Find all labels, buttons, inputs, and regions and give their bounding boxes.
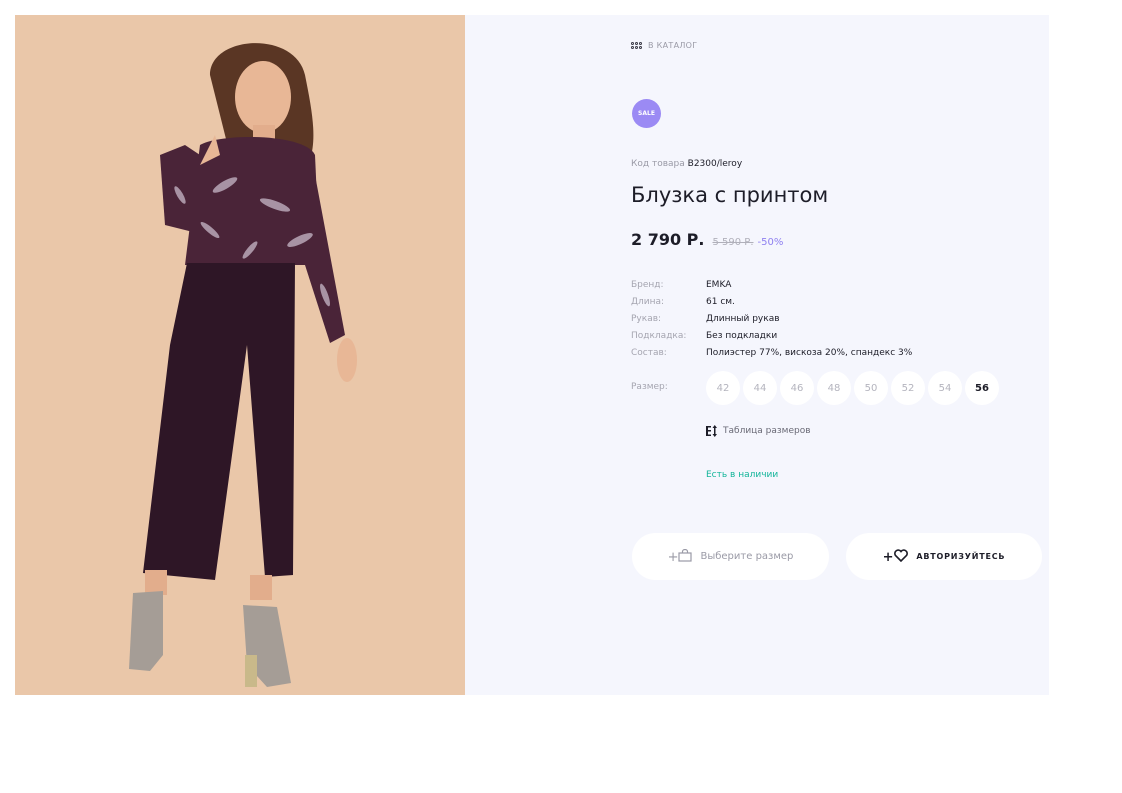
spec-value: Длинный рукав: [706, 314, 780, 324]
model-illustration: [129, 43, 357, 687]
size-table-link[interactable]: Таблица размеров: [706, 425, 811, 437]
size-selector: 42 44 46 48 50 52 54 56: [706, 371, 999, 405]
wishlist-login-button[interactable]: + АВТОРИЗУЙТЕСЬ: [846, 533, 1042, 580]
size-option-48[interactable]: 48: [817, 371, 851, 405]
product-code-value: B2300/leroy: [687, 159, 743, 169]
spec-row: Подкладка: Без подкладки: [631, 328, 912, 345]
size-option-56[interactable]: 56: [965, 371, 999, 405]
size-option-46[interactable]: 46: [780, 371, 814, 405]
spec-row: Длина: 61 см.: [631, 294, 912, 311]
spec-row: Состав: Полиэстер 77%, вискоза 20%, спан…: [631, 345, 912, 362]
product-code-label: Код товара: [631, 159, 685, 169]
spec-row: Бренд: EMKA: [631, 277, 912, 294]
spec-value: 61 см.: [706, 297, 735, 307]
availability-status: Есть в наличии: [706, 470, 779, 480]
product-title: Блузка с принтом: [631, 183, 829, 207]
size-option-42[interactable]: 42: [706, 371, 740, 405]
size-option-50[interactable]: 50: [854, 371, 888, 405]
spec-value: EMKA: [706, 280, 732, 290]
spec-row: Рукав: Длинный рукав: [631, 311, 912, 328]
spec-label: Бренд:: [631, 280, 664, 290]
size-option-52[interactable]: 52: [891, 371, 925, 405]
catalog-grid-icon: [631, 42, 642, 49]
spec-label: Рукав:: [631, 314, 662, 324]
size-label: Размер:: [631, 382, 668, 392]
add-to-cart-label: Выберите размер: [700, 551, 794, 562]
wishlist-login-label: АВТОРИЗУЙТЕСЬ: [916, 552, 1006, 561]
add-to-cart-button[interactable]: + Выберите размер: [632, 533, 829, 580]
size-table-icon: [706, 425, 717, 437]
discount-percent: -50%: [757, 237, 784, 248]
size-option-54[interactable]: 54: [928, 371, 962, 405]
current-price: 2 790 Р.: [631, 230, 705, 249]
product-code: Код товара B2300/leroy: [631, 159, 742, 169]
add-to-cart-icon: +: [668, 548, 693, 565]
size-option-44[interactable]: 44: [743, 371, 777, 405]
old-price: 5 590 Р.: [712, 237, 754, 248]
spec-value: Без подкладки: [706, 331, 778, 341]
spec-value: Полиэстер 77%, вискоза 20%, спандекс 3%: [706, 348, 913, 358]
price-row: 2 790 Р. 5 590 Р. -50%: [631, 230, 783, 249]
spec-label: Подкладка:: [631, 331, 687, 341]
wishlist-heart-icon: +: [883, 548, 909, 565]
size-table-label: Таблица размеров: [723, 426, 811, 436]
product-info-panel: В КАТАЛОГ SALE Код товара B2300/leroy Бл…: [465, 15, 1049, 695]
product-photo[interactable]: [15, 15, 465, 695]
product-specs: Бренд: EMKA Длина: 61 см. Рукав: Длинный…: [631, 277, 912, 362]
catalog-link-label: В КАТАЛОГ: [648, 41, 698, 50]
spec-label: Длина:: [631, 297, 665, 307]
sale-badge: SALE: [632, 99, 661, 128]
spec-label: Состав:: [631, 348, 667, 358]
catalog-link[interactable]: В КАТАЛОГ: [631, 41, 697, 50]
